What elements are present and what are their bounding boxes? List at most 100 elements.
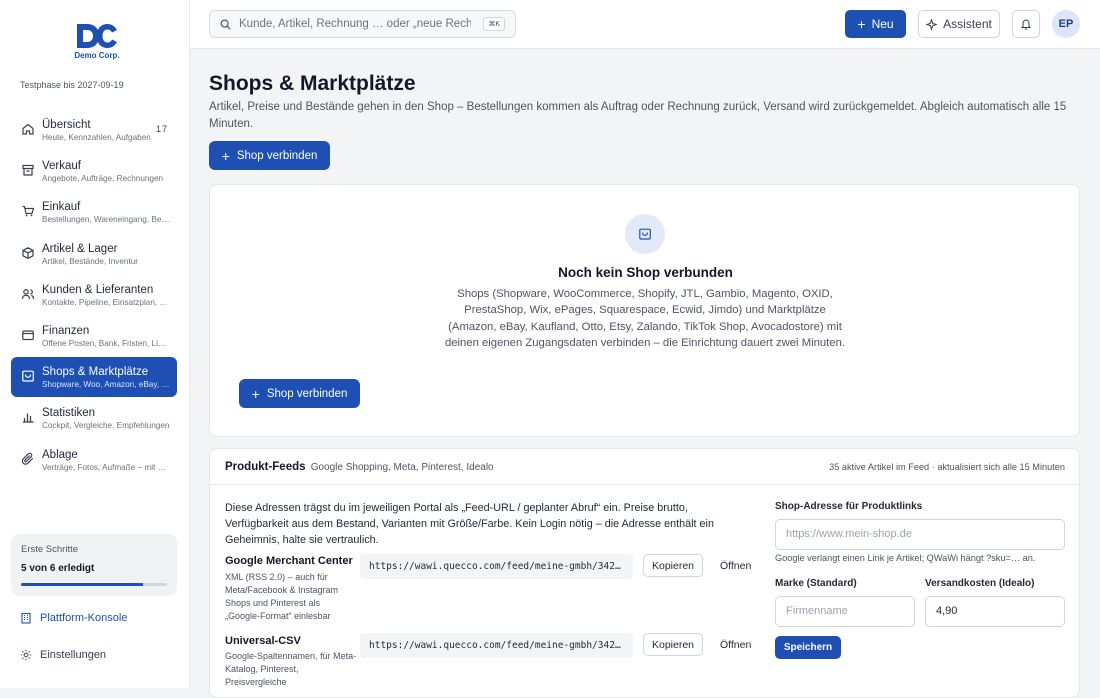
sidebar-item-sub: Angebote, Aufträge, Rechnungen [42,174,164,184]
topbar: Kunde, Artikel, Rechnung … oder „neue Re… [190,0,1100,49]
open-link[interactable]: Öffnen [720,560,751,572]
shop-url-label: Shop-Adresse für Produktlinks [775,501,923,512]
copy-button[interactable]: Kopieren [643,633,703,656]
sidebar-item-inventory[interactable]: Artikel & Lager Artikel, Bestände, Inven… [11,234,177,274]
settings-link[interactable]: Einstellungen [20,649,106,661]
feeds-subtitle: Google Shopping, Meta, Pinterest, Idealo [310,462,494,473]
new-button[interactable]: + Neu [845,10,906,38]
steps-title: Erste Schritte [21,544,79,555]
feed-description: XML (RSS 2.0) – auch für Meta/Facebook &… [225,572,339,621]
empty-state-title: Noch kein Shop verbunden [558,265,733,280]
logo[interactable]: Demo Corp. [72,22,122,60]
store-icon [625,214,665,254]
feeds-header: Produkt-Feeds Google Shopping, Meta, Pin… [210,449,1079,485]
sidebar-item-contacts[interactable]: Kunden & Lieferanten Kontakte, Pipeline,… [11,275,177,315]
page-description: Artikel, Preise und Bestände gehen in de… [209,101,1067,130]
page-title: Shops & Marktplätze [209,72,416,95]
connect-shop-button[interactable]: + Shop verbinden [209,141,330,170]
sidebar-item-sub: Bestellungen, Wareneingang, Bestand [42,215,170,225]
connect-shop-label: Shop verbinden [266,387,348,400]
wallet-icon [22,330,34,341]
bell-icon [1020,19,1032,30]
brand-label: Marke (Standard) [775,578,857,589]
users-icon [21,288,35,299]
sidebar-item-sub: Artikel, Bestände, Inventur [42,256,139,266]
sidebar-item-purchasing[interactable]: Einkauf Bestellungen, Wareneingang, Best… [11,192,177,232]
feed-url[interactable]: https://wawi.quecco.com/feed/meine-gmbh/… [360,554,633,579]
home-icon [22,123,34,135]
shop-url-input[interactable]: https://www.mein-shop.de [775,519,1065,550]
store-icon [22,370,34,382]
plus-icon: + [251,385,260,402]
brand-placeholder: Firmenname [786,605,848,617]
platform-console-link[interactable]: Plattform-Konsole [20,612,127,624]
assistant-button-label: Assistent [943,17,992,31]
connect-shop-button-empty[interactable]: + Shop verbinden [239,379,360,408]
sidebar-item-label: Übersicht [42,119,91,131]
avatar[interactable]: EP [1052,10,1080,38]
settings-label: Einstellungen [40,649,107,661]
feeds-intro: Diese Adressen trägst du im jeweiligen P… [225,502,714,546]
sparkle-icon [926,18,938,30]
connect-shop-label: Shop verbinden [236,149,318,162]
sidebar-item-files[interactable]: Ablage Verträge, Fotos, Aufmaße – mit Su… [11,440,177,480]
sidebar-item-label: Einkauf [42,201,81,214]
copy-button[interactable]: Kopieren [643,554,703,577]
feed-name: Universal-CSV [225,635,301,647]
shipping-input[interactable]: 4,90 [925,596,1065,627]
sidebar-item-statistics[interactable]: Statistiken Cockpit, Vergleiche, Empfehl… [11,398,177,438]
cart-icon [22,206,35,217]
notifications-button[interactable] [1012,10,1040,38]
feeds-title: Produkt-Feeds Google Shopping, Meta, Pin… [225,461,494,473]
archive-icon [22,165,34,176]
sidebar-item-finance[interactable]: Finanzen Offene Posten, Bank, Fristen, L… [11,316,177,356]
trial-status: Testphase bis 2027-09-19 [20,80,124,90]
sidebar: Demo Corp. Testphase bis 2027-09-19 Über… [0,0,190,688]
save-button[interactable]: Speichern [775,636,841,659]
feed-description: Google-Spaltennamen, für Meta-Katalog, P… [225,651,357,687]
search-input[interactable]: Kunde, Artikel, Rechnung … oder „neue Re… [209,10,516,38]
chart-icon [23,413,34,423]
sidebar-item-label: Artikel & Lager [42,242,118,255]
shipping-label: Versandkosten (Idealo) [925,578,1035,589]
empty-state-description: Shops (Shopware, WooCommerce, Shopify, J… [444,288,846,350]
search-icon [220,18,231,30]
sidebar-item-label: Finanzen [42,324,90,337]
feed-url[interactable]: https://wawi.quecco.com/feed/meine-gmbh/… [360,633,633,658]
brand-input[interactable]: Firmenname [775,596,915,627]
feeds-title-text: Produkt-Feeds [225,461,306,473]
open-link[interactable]: Öffnen [720,639,751,651]
sidebar-item-label: Shops & Marktplätze [42,366,149,379]
onboarding-steps[interactable]: Erste Schritte 5 von 6 erledigt [11,534,177,596]
plus-icon: + [857,16,866,32]
feed-name: Google Merchant Center [225,555,353,567]
sidebar-item-sub: Verträge, Fotos, Aufmaße – mit Suche [42,462,170,472]
feeds-status: 35 aktive Artikel im Feed · aktualisiert… [829,462,1065,472]
sidebar-item-label: Statistiken [42,407,96,420]
assistant-button[interactable]: Assistent [918,10,1000,38]
steps-progress-fill [21,583,143,586]
platform-console-label: Plattform-Konsole [40,612,128,624]
box-icon [22,246,34,259]
sidebar-item-label: Ablage [42,448,78,461]
sidebar-item-sub: Kontakte, Pipeline, Einsatzplan, Liefera… [42,297,170,307]
sidebar-item-sub: Cockpit, Vergleiche, Empfehlungen [42,421,170,431]
sidebar-item-sub: Shopware, Woo, Amazon, eBay, Otto [42,380,170,390]
count-badge: 17 [155,124,168,134]
steps-progress-text: 5 von 6 erledigt [21,563,95,574]
sidebar-nav: Übersicht Heute, Kennzahlen, Aufgaben 17… [11,110,177,481]
gear-icon [20,649,32,661]
logo-mark-icon [77,24,117,48]
sidebar-item-sub: Offene Posten, Bank, Fristen, Liquidität [42,338,170,348]
sidebar-item-shops[interactable]: Shops & Marktplätze Shopware, Woo, Amazo… [11,357,177,398]
search-shortcut: ⌘K [483,17,505,31]
product-feeds-card: Produkt-Feeds Google Shopping, Meta, Pin… [209,448,1080,698]
plus-icon: + [221,147,230,164]
sidebar-item-overview[interactable]: Übersicht Heute, Kennzahlen, Aufgaben 17 [11,110,177,150]
sidebar-item-label: Kunden & Lieferanten [42,283,154,296]
shipping-value: 4,90 [936,605,958,617]
shop-url-placeholder: https://www.mein-shop.de [786,528,912,540]
search-placeholder: Kunde, Artikel, Rechnung … oder „neue Re… [239,18,471,30]
sidebar-item-sales[interactable]: Verkauf Angebote, Aufträge, Rechnungen [11,151,177,191]
new-button-label: Neu [871,17,894,31]
